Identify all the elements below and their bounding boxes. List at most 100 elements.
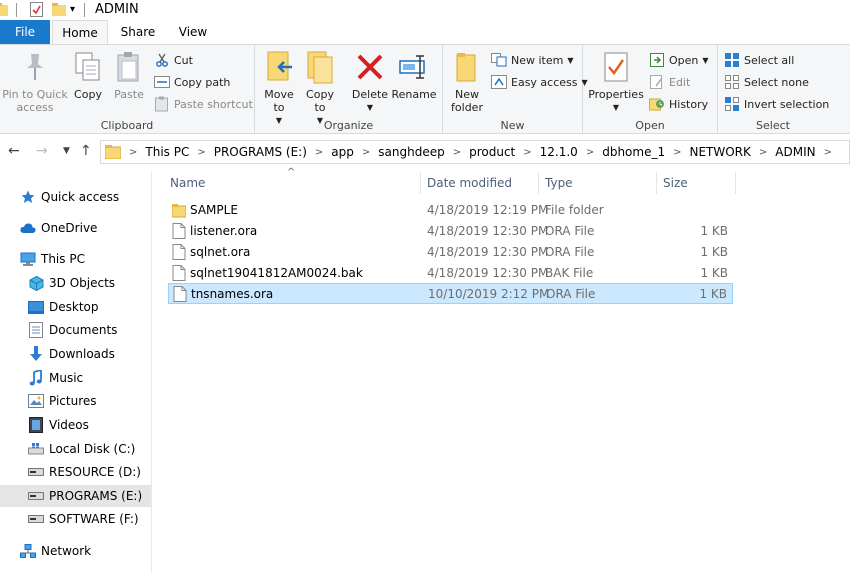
file-icon (172, 265, 186, 281)
chevron-right-icon[interactable]: > (759, 147, 767, 158)
column-header-type[interactable]: Type (540, 172, 657, 194)
nav-item-music[interactable]: Music (0, 367, 151, 389)
paste-button[interactable]: Paste (110, 49, 148, 101)
nav-label: Videos (49, 418, 89, 432)
column-header-name[interactable]: Name (165, 172, 421, 194)
chevron-right-icon[interactable]: > (362, 147, 370, 158)
breadcrumb-programs[interactable]: PROGRAMS (E:) (214, 145, 307, 159)
breadcrumb-product[interactable]: product (469, 145, 515, 159)
copy-button[interactable]: Copy (70, 49, 106, 101)
recent-locations-chevron-icon[interactable]: ▼ (63, 146, 70, 156)
file-icon (172, 223, 186, 239)
nav-item-videos[interactable]: Videos (0, 414, 151, 436)
paste-shortcut-button[interactable]: Paste shortcut (154, 95, 253, 113)
file-size: 1 KB (700, 224, 728, 238)
copy-path-button[interactable]: Copy path (154, 73, 230, 91)
nav-item-software-f[interactable]: SOFTWARE (F:) (0, 508, 151, 530)
tab-home[interactable]: Home (52, 20, 108, 45)
breadcrumb-network[interactable]: NETWORK (689, 145, 750, 159)
select-none-button[interactable]: Select none (724, 73, 809, 91)
select-all-button[interactable]: Select all (724, 51, 794, 69)
tab-view[interactable]: View (168, 20, 218, 44)
back-arrow-icon[interactable]: ← (8, 143, 20, 159)
history-button[interactable]: History (649, 95, 708, 113)
select-all-label: Select all (744, 53, 795, 67)
new-folder-label: New folder (451, 88, 483, 114)
new-item-button[interactable]: New item ▼ (491, 51, 574, 69)
chevron-right-icon[interactable]: > (453, 147, 461, 158)
breadcrumb-app[interactable]: app (331, 145, 354, 159)
open-group: Properties ▼ Open ▼ Edit History Open (583, 45, 718, 134)
table-row[interactable]: tnsnames.ora 10/10/2019 2:12 PM ORA File… (168, 283, 733, 304)
table-row[interactable]: SAMPLE 4/18/2019 12:19 PM File folder (168, 200, 733, 221)
download-icon (28, 346, 44, 362)
tab-file[interactable]: File (0, 20, 50, 44)
table-row[interactable]: sqlnet.ora 4/18/2019 12:30 PM ORA File 1… (168, 242, 733, 263)
move-to-icon (263, 49, 295, 85)
move-to-button[interactable]: Move to ▼ (261, 49, 297, 127)
new-folder-icon[interactable] (52, 2, 66, 16)
pin-to-quick-access-button[interactable]: Pin to Quick access (2, 49, 68, 114)
organize-group-label: Organize (323, 119, 374, 132)
new-folder-icon (451, 49, 483, 85)
column-header-date-modified[interactable]: Date modified (422, 172, 539, 194)
new-folder-button[interactable]: New folder (449, 49, 485, 114)
folder-icon (105, 145, 121, 159)
chevron-right-icon[interactable]: > (197, 147, 205, 158)
folder-icon[interactable] (0, 2, 8, 16)
nav-item-desktop[interactable]: Desktop (0, 296, 151, 318)
easy-access-button[interactable]: Easy access ▼ (491, 73, 588, 91)
file-icon (173, 286, 187, 302)
column-header-size[interactable]: Size (658, 172, 736, 194)
nav-item-pictures[interactable]: Pictures (0, 390, 151, 412)
chevron-right-icon[interactable]: > (523, 147, 531, 158)
address-bar[interactable]: > This PC > PROGRAMS (E:) > app > sanghdeep … (100, 140, 850, 164)
chevron-right-icon[interactable]: > (824, 147, 832, 158)
nav-item-local-disk-c[interactable]: Local Disk (C:) (0, 438, 151, 460)
nav-item-documents[interactable]: Documents (0, 319, 151, 341)
nav-label: Pictures (49, 394, 97, 408)
forward-arrow-icon[interactable]: → (36, 143, 48, 159)
rename-button[interactable]: Rename (391, 49, 437, 101)
file-date: 4/18/2019 12:30 PM (427, 266, 549, 280)
copy-path-icon (154, 74, 170, 90)
breadcrumb-sanghdeep[interactable]: sanghdeep (378, 145, 444, 159)
breadcrumb-dbhome[interactable]: dbhome_1 (602, 145, 665, 159)
cut-button[interactable]: Cut (154, 51, 193, 69)
breadcrumb-version[interactable]: 12.1.0 (540, 145, 578, 159)
nav-item-programs-e[interactable]: PROGRAMS (E:) (0, 485, 151, 507)
table-row[interactable]: listener.ora 4/18/2019 12:30 PM ORA File… (168, 221, 733, 242)
chevron-right-icon[interactable]: > (315, 147, 323, 158)
chevron-right-icon[interactable]: > (673, 147, 681, 158)
window-title: ADMIN (95, 2, 139, 17)
nav-item-onedrive[interactable]: OneDrive (0, 217, 151, 239)
ribbon-tabs: File Home Share View (0, 20, 850, 45)
customize-toolbar-dropdown[interactable]: ▾ (70, 4, 75, 15)
edit-button[interactable]: Edit (649, 73, 690, 91)
nav-item-resource-d[interactable]: RESOURCE (D:) (0, 461, 151, 483)
table-row[interactable]: sqlnet19041812AM0024.bak 4/18/2019 12:30… (168, 263, 733, 284)
properties-icon[interactable] (30, 2, 43, 17)
nav-item-3d-objects[interactable]: 3D Objects (0, 272, 151, 294)
nav-item-quick-access[interactable]: Quick access (0, 186, 151, 208)
new-group-label: New (500, 119, 525, 132)
nav-item-this-pc[interactable]: This PC (0, 248, 151, 270)
drive-icon (28, 511, 44, 527)
windows-drive-icon (28, 441, 44, 457)
nav-item-network[interactable]: Network (0, 540, 151, 562)
properties-button[interactable]: Properties ▼ (588, 49, 644, 114)
open-button[interactable]: Open ▼ (649, 51, 709, 69)
copy-to-button[interactable]: Copy to ▼ (302, 49, 338, 127)
up-arrow-icon[interactable]: ↑ (80, 143, 92, 159)
chevron-right-icon[interactable]: > (129, 147, 137, 158)
nav-item-downloads[interactable]: Downloads (0, 343, 151, 365)
delete-button[interactable]: Delete ▼ (350, 49, 390, 114)
tab-share[interactable]: Share (112, 20, 164, 44)
invert-selection-button[interactable]: Invert selection (724, 95, 829, 113)
chevron-down-icon: ▼ (702, 55, 709, 65)
file-size: 1 KB (700, 245, 728, 259)
breadcrumb-this-pc[interactable]: This PC (145, 145, 189, 159)
breadcrumb-admin[interactable]: ADMIN (775, 145, 815, 159)
chevron-right-icon[interactable]: > (586, 147, 594, 158)
video-icon (28, 417, 44, 433)
